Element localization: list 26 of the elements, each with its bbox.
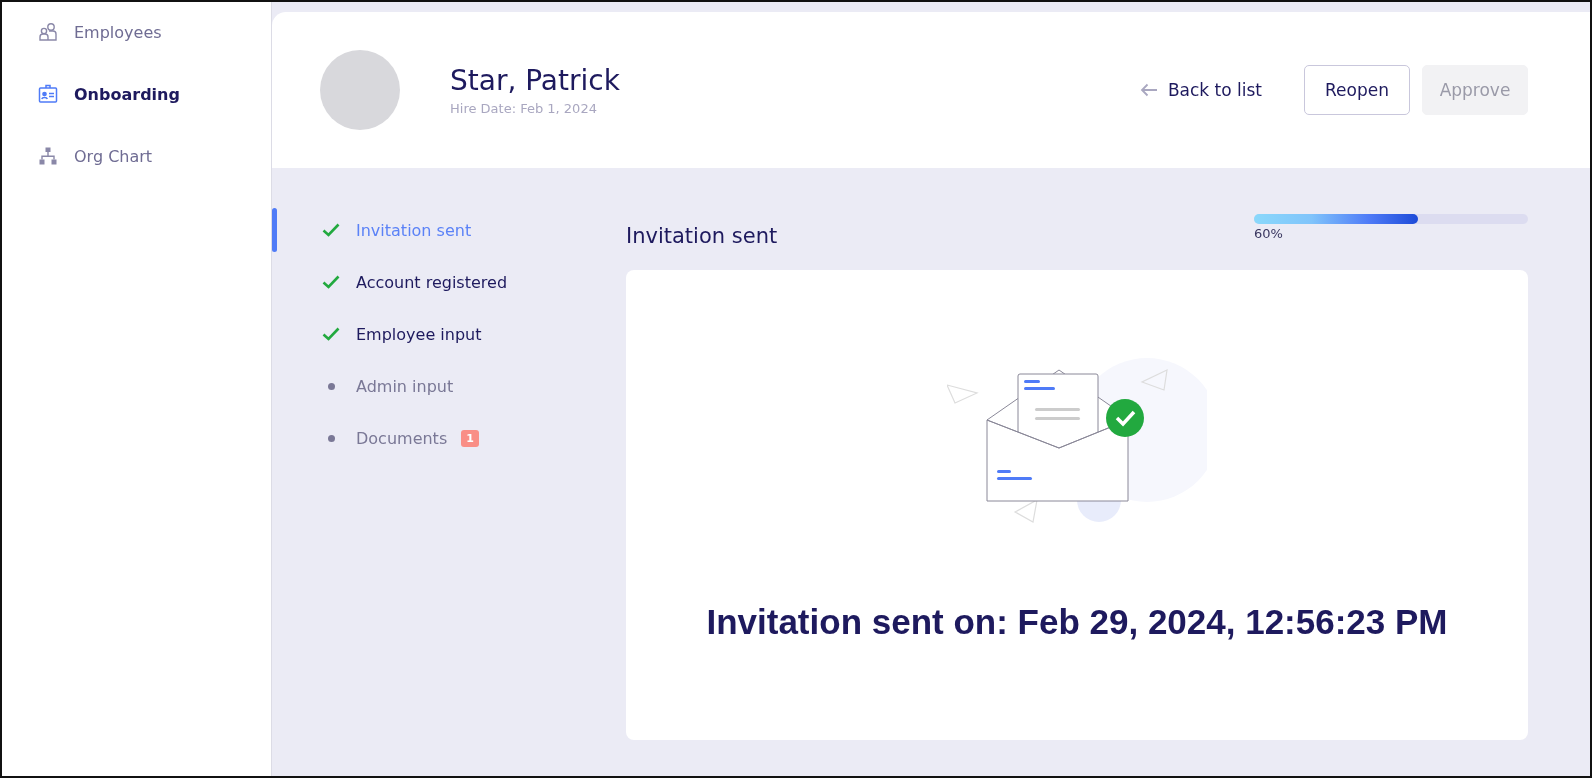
reopen-button[interactable]: Reopen — [1304, 65, 1410, 115]
step-item[interactable]: Account registered — [272, 260, 626, 304]
step-item[interactable]: Employee input — [272, 312, 626, 356]
sidebar-item[interactable]: Onboarding — [2, 76, 271, 112]
sidebar-item[interactable]: Org Chart — [2, 138, 271, 174]
check-icon — [322, 327, 340, 341]
back-link[interactable]: Back to list — [1139, 80, 1262, 100]
step-item[interactable]: Admin input — [272, 364, 626, 408]
pending-dot-icon — [327, 382, 335, 390]
active-indicator — [272, 208, 277, 252]
step-item[interactable]: Documents 1 — [272, 416, 626, 460]
hire-date: Hire Date: Feb 1, 2024 — [450, 101, 598, 116]
invitation-message: Invitation sent on: Feb 29, 2024, 12:56:23 PM — [706, 602, 1448, 642]
employee-name: Star, Patrick — [450, 64, 621, 97]
org-chart-icon — [38, 146, 58, 166]
section-title: Invitation sent — [626, 224, 778, 248]
progress-label: 60% — [1254, 226, 1284, 241]
check-icon — [322, 275, 340, 289]
check-icon — [322, 223, 340, 237]
count-badge: 1 — [461, 429, 479, 447]
pending-dot-icon — [327, 434, 335, 442]
arrow-left-icon — [1139, 83, 1158, 97]
id-card-icon — [38, 84, 58, 104]
step-item[interactable]: Invitation sent — [272, 208, 626, 252]
people-icon — [38, 22, 58, 42]
sidebar-item[interactable]: Employees — [2, 14, 271, 50]
